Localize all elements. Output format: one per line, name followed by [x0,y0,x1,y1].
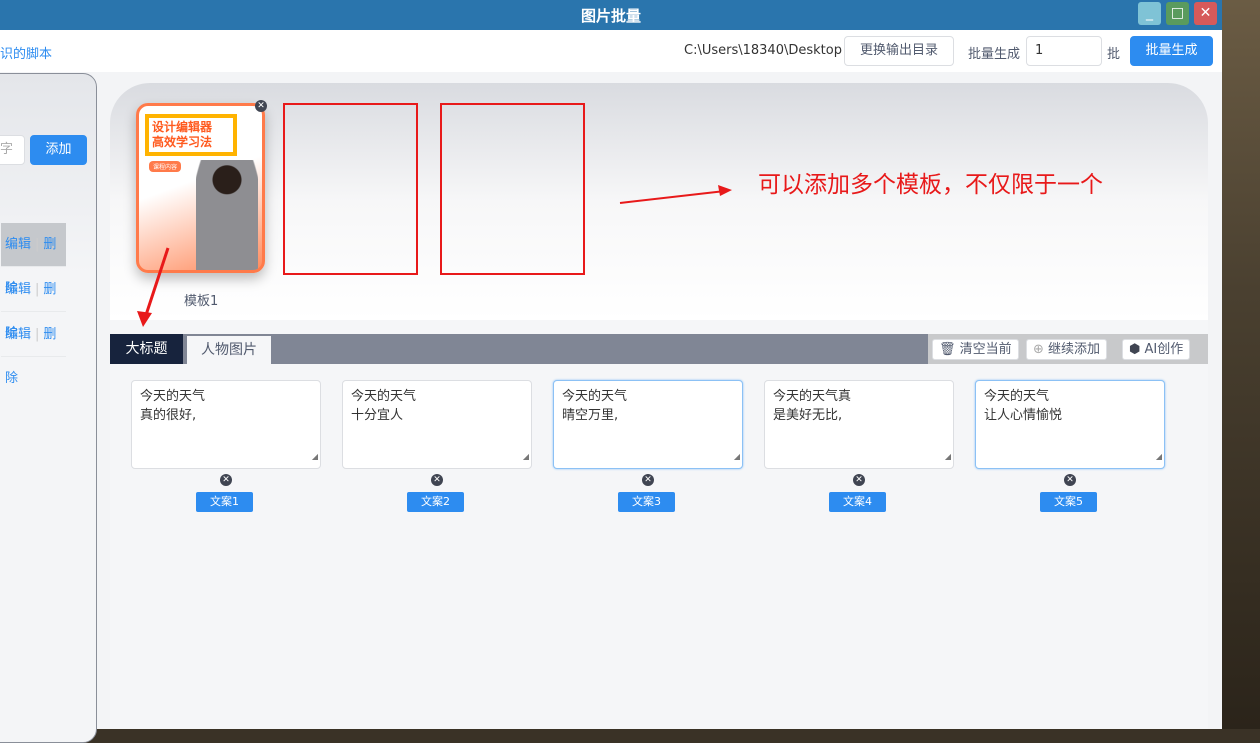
clear-label: 清空当前 [959,342,1012,357]
batch-label: 批量生成 [968,47,1021,62]
output-path: C:\Users\18340\Desktop [684,43,842,58]
trash-icon: 🗑 [939,342,956,357]
remove-text-icon[interactable]: ✕ [642,474,654,486]
text-label-1[interactable]: 文案1 [196,492,253,512]
script-row: 编辑 | 删除 [1,223,66,296]
text-label-3[interactable]: 文案3 [618,492,675,512]
resize-handle-icon[interactable]: ◢ [523,447,529,466]
text-input-5[interactable]: 今天的天气 让人心情愉悦 ◢ [975,380,1165,469]
resize-handle-icon[interactable]: ◢ [945,447,951,466]
batch-unit: 批 [1107,47,1121,62]
text-input-4[interactable]: 今天的天气真 是美好无比, ◢ [764,380,954,469]
remove-text-icon[interactable]: ✕ [853,474,865,486]
desktop-background [1222,0,1260,729]
tab-person-image[interactable]: 人物图片 [187,336,271,364]
text-label-4[interactable]: 文案4 [829,492,886,512]
resize-handle-icon[interactable]: ◢ [1156,447,1162,466]
text-input-3[interactable]: 今天的天气 晴空万里, ◢ [553,380,743,469]
text-input-2[interactable]: 今天的天气 十分宜人 ◢ [342,380,532,469]
remove-text-icon[interactable]: ✕ [1064,474,1076,486]
annotation-text: 可以添加多个模板，不仅限于一个 [758,172,1103,198]
tab-bar: 大标题 人物图片 🗑 清空当前 ⊕ 继续添加 ⬢ AI创作 [110,334,1208,364]
add-script-button[interactable]: 添加 [30,135,87,165]
ai-create-button[interactable]: ⬢ AI创作 [1122,339,1191,360]
template-area: 设计编辑器 高效学习法 课程内容 ✕ 模板1 可以添加多个模板，不仅限于一个 [110,83,1208,327]
remove-text-icon[interactable]: ✕ [220,474,232,486]
resize-handle-icon[interactable]: ◢ [312,447,318,466]
text-value: 今天的天气 让人心情愉悦 [984,389,1063,423]
window-title: 图片批量 [580,7,641,25]
tab-headline[interactable]: 大标题 [110,334,183,364]
action-bar: 🗑 清空当前 ⊕ 继续添加 ⬢ AI创作 [928,334,1208,364]
edit-link[interactable]: 编辑 [5,282,31,297]
text-label-5[interactable]: 文案5 [1040,492,1097,512]
editor-card: 设计编辑器 高效学习法 课程内容 ✕ 模板1 可以添加多个模板，不仅限于一个 大… [110,83,1208,729]
clear-current-button[interactable]: 🗑 清空当前 [932,339,1019,360]
change-output-dir-button[interactable]: 更换输出目录 [844,36,954,66]
text-value: 今天的天气真 是美好无比, [773,389,852,423]
batch-count-input[interactable]: 1 [1026,36,1102,66]
script-row: 编辑 | 删除 [1,268,66,341]
text-value: 今天的天气 十分宜人 [351,389,417,423]
title-bar: 图片批量 _ □ ✕ [0,0,1222,30]
text-label-2[interactable]: 文案2 [407,492,464,512]
plus-circle-icon: ⊕ [1033,342,1044,357]
script-row: 编辑 | 删除 [1,313,66,386]
add-more-label: 继续添加 [1048,342,1101,357]
edit-link[interactable]: 编辑 [5,327,31,342]
text-value: 今天的天气 真的很好, [140,389,206,423]
script-name-input[interactable]: 字 [0,135,25,165]
script-link[interactable]: 识的脚本 [0,43,52,62]
remove-text-icon[interactable]: ✕ [431,474,443,486]
batch-generate-button[interactable]: 批量生成 [1130,36,1213,66]
minimize-button[interactable]: _ [1138,2,1161,25]
edit-link[interactable]: 编辑 [5,237,31,252]
annotation-arrows [137,185,732,327]
maximize-button[interactable]: □ [1166,2,1189,25]
app-window: 图片批量 _ □ ✕ 识的脚本 C:\Users\18340\Desktop 更… [0,0,1222,743]
text-value: 今天的天气 晴空万里, [562,389,628,423]
script-panel: 字 添加 编辑 | 删除 编辑 | 删除 编辑 | 删除 [0,73,97,743]
ai-label: AI创作 [1144,342,1184,357]
close-button[interactable]: ✕ [1194,2,1217,25]
shield-icon: ⬢ [1129,342,1141,357]
text-input-1[interactable]: 今天的天气 真的很好, ◢ [131,380,321,469]
add-more-button[interactable]: ⊕ 继续添加 [1026,339,1108,360]
resize-handle-icon[interactable]: ◢ [734,447,740,466]
toolbar: 识的脚本 C:\Users\18340\Desktop 更换输出目录 批量生成 … [0,30,1222,72]
